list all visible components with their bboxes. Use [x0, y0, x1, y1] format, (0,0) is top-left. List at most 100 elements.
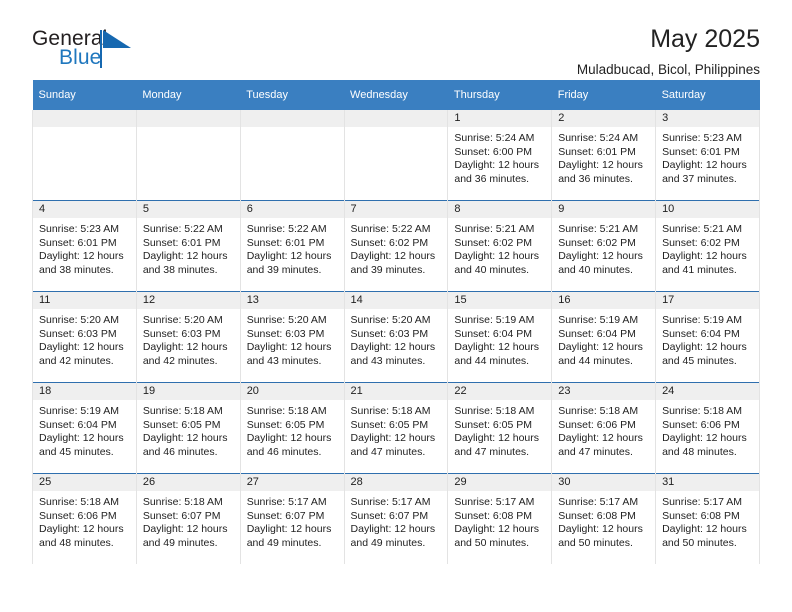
- daylight-text: Daylight: 12 hours and 49 minutes.: [350, 523, 436, 549]
- daylight-text: Daylight: 12 hours and 43 minutes.: [350, 341, 436, 367]
- sunset-text: Sunset: 6:00 PM: [454, 145, 533, 158]
- calendar-day-cell[interactable]: 5 Sunrise: 5:22 AM Sunset: 6:01 PM Daylight…: [135, 200, 241, 292]
- sunset-text: Sunset: 6:01 PM: [246, 236, 325, 249]
- sunset-text: Sunset: 6:05 PM: [454, 418, 533, 431]
- calendar-day-cell[interactable]: 6 Sunrise: 5:22 AM Sunset: 6:01 PM Daylight…: [239, 200, 345, 292]
- calendar-week-row: 11 Sunrise: 5:20 AM Sunset: 6:03 PM Dayligh…: [32, 291, 760, 383]
- calendar-day-cell[interactable]: 11 Sunrise: 5:20 AM Sunset: 6:03 PM Dayligh…: [32, 291, 137, 383]
- daylight-text: Daylight: 12 hours and 50 minutes.: [662, 523, 747, 549]
- calendar-day-cell[interactable]: 31 Sunrise: 5:17 AM Sunset: 6:08 PM Dayligh…: [655, 473, 760, 564]
- sunrise-text: Sunrise: 5:23 AM: [39, 223, 119, 235]
- daylight-text: Daylight: 12 hours and 45 minutes.: [39, 432, 124, 458]
- sunset-text: Sunset: 6:03 PM: [39, 327, 117, 340]
- calendar-day-cell[interactable]: 30 Sunrise: 5:17 AM Sunset: 6:08 PM Dayligh…: [551, 473, 657, 564]
- day-number: [136, 110, 240, 127]
- sunset-text: Sunset: 6:07 PM: [142, 509, 221, 522]
- calendar-day-cell[interactable]: 7 Sunrise: 5:22 AM Sunset: 6:02 PM Daylight…: [343, 200, 449, 292]
- calendar-day-cell[interactable]: 14 Sunrise: 5:20 AM Sunset: 6:03 PM Dayligh…: [343, 291, 449, 383]
- calendar-day-cell[interactable]: 17 Sunrise: 5:19 AM Sunset: 6:04 PM Dayligh…: [655, 291, 760, 383]
- logo-triangle-icon: [103, 30, 131, 48]
- sunrise-text: Sunrise: 5:18 AM: [142, 496, 223, 508]
- calendar-week-row: 1 Sunrise: 5:24 AM Sunset: 6:00 PM Daylight…: [32, 110, 760, 201]
- calendar-day-cell[interactable]: 28 Sunrise: 5:17 AM Sunset: 6:07 PM Dayligh…: [343, 473, 449, 564]
- day-details: Sunrise: 5:19 AM Sunset: 6:04 PM Daylight:…: [33, 400, 136, 459]
- sunset-text: Sunset: 6:08 PM: [662, 509, 740, 522]
- daylight-text: Daylight: 12 hours and 46 minutes.: [246, 432, 332, 458]
- sunrise-text: Sunrise: 5:17 AM: [662, 496, 743, 508]
- calendar-day-cell[interactable]: 22 Sunrise: 5:18 AM Sunset: 6:05 PM Dayligh…: [447, 382, 553, 474]
- calendar-day-cell[interactable]: 27 Sunrise: 5:17 AM Sunset: 6:07 PM Dayligh…: [239, 473, 345, 564]
- day-details: Sunrise: 5:19 AM Sunset: 6:04 PM Daylight:…: [448, 309, 551, 368]
- calendar-day-cell[interactable]: 10 Sunrise: 5:21 AM Sunset: 6:02 PM Dayligh…: [655, 200, 760, 292]
- title-block: May 2025 Muladbucad, Bicol, Philippines: [576, 25, 760, 77]
- calendar-day-cell-empty: [239, 110, 345, 201]
- day-details: Sunrise: 5:20 AM Sunset: 6:03 PM Daylight:…: [241, 309, 344, 368]
- calendar-day-cell[interactable]: 24 Sunrise: 5:18 AM Sunset: 6:06 PM Dayligh…: [655, 382, 760, 474]
- calendar-day-cell[interactable]: 26 Sunrise: 5:18 AM Sunset: 6:07 PM Dayligh…: [135, 473, 241, 564]
- day-details: Sunrise: 5:17 AM Sunset: 6:07 PM Daylight:…: [241, 491, 344, 550]
- day-details: Sunrise: 5:19 AM Sunset: 6:04 PM Daylight:…: [656, 309, 759, 368]
- daylight-text: Daylight: 12 hours and 48 minutes.: [39, 523, 124, 549]
- day-number: 23: [552, 383, 656, 400]
- calendar-day-cell-empty: [343, 110, 449, 201]
- weekday-header-tuesday: Tuesday: [240, 80, 345, 110]
- day-number: 29: [448, 474, 552, 491]
- sunset-text: Sunset: 6:03 PM: [142, 327, 221, 340]
- daylight-text: Daylight: 12 hours and 36 minutes.: [558, 159, 643, 185]
- daylight-text: Daylight: 12 hours and 38 minutes.: [39, 250, 124, 276]
- sunrise-text: Sunrise: 5:24 AM: [558, 132, 639, 144]
- page-header: General Blue May 2025 Muladbucad, Bicol,…: [32, 0, 760, 76]
- calendar-day-cell[interactable]: 2 Sunrise: 5:24 AM Sunset: 6:01 PM Daylight…: [551, 110, 657, 201]
- calendar-table: Sunday Monday Tuesday Wednesday Thursday Frid…: [32, 80, 760, 564]
- sunset-text: Sunset: 6:01 PM: [558, 145, 636, 158]
- day-number: 26: [136, 474, 240, 491]
- calendar-day-cell[interactable]: 19 Sunrise: 5:18 AM Sunset: 6:05 PM Dayligh…: [135, 382, 241, 474]
- daylight-text: Daylight: 12 hours and 47 minutes.: [350, 432, 436, 458]
- weekday-header-monday: Monday: [136, 80, 241, 110]
- calendar-day-cell[interactable]: 25 Sunrise: 5:18 AM Sunset: 6:06 PM Dayligh…: [32, 473, 137, 564]
- page-subtitle: Muladbucad, Bicol, Philippines: [576, 61, 760, 77]
- sunrise-text: Sunrise: 5:20 AM: [39, 314, 119, 326]
- calendar-day-cell[interactable]: 1 Sunrise: 5:24 AM Sunset: 6:00 PM Daylight…: [447, 110, 553, 201]
- calendar-day-cell[interactable]: 3 Sunrise: 5:23 AM Sunset: 6:01 PM Daylight…: [655, 110, 760, 201]
- sunset-text: Sunset: 6:02 PM: [454, 236, 533, 249]
- day-number: 20: [240, 383, 344, 400]
- sunrise-text: Sunrise: 5:18 AM: [558, 405, 639, 417]
- sunrise-text: Sunrise: 5:17 AM: [246, 496, 327, 508]
- calendar-day-cell[interactable]: 9 Sunrise: 5:21 AM Sunset: 6:02 PM Daylight…: [551, 200, 657, 292]
- calendar-day-cell[interactable]: 18 Sunrise: 5:19 AM Sunset: 6:04 PM Dayligh…: [32, 382, 137, 474]
- calendar-body: 1 Sunrise: 5:24 AM Sunset: 6:00 PM Daylight…: [32, 110, 760, 564]
- calendar-day-cell[interactable]: 21 Sunrise: 5:18 AM Sunset: 6:05 PM Dayligh…: [343, 382, 449, 474]
- sunrise-text: Sunrise: 5:19 AM: [454, 314, 535, 326]
- day-number: 25: [33, 474, 136, 491]
- day-number: 10: [656, 201, 759, 218]
- daylight-text: Daylight: 12 hours and 37 minutes.: [662, 159, 747, 185]
- day-details: Sunrise: 5:21 AM Sunset: 6:02 PM Daylight:…: [448, 218, 551, 277]
- general-blue-logo[interactable]: General Blue: [32, 26, 152, 76]
- daylight-text: Daylight: 12 hours and 46 minutes.: [142, 432, 228, 458]
- calendar-day-cell[interactable]: 29 Sunrise: 5:17 AM Sunset: 6:08 PM Dayligh…: [447, 473, 553, 564]
- day-number: 7: [344, 201, 448, 218]
- day-number: 1: [448, 110, 552, 127]
- day-number: 16: [552, 292, 656, 309]
- calendar-day-cell[interactable]: 13 Sunrise: 5:20 AM Sunset: 6:03 PM Dayligh…: [239, 291, 345, 383]
- sunset-text: Sunset: 6:07 PM: [246, 509, 325, 522]
- calendar-day-cell[interactable]: 8 Sunrise: 5:21 AM Sunset: 6:02 PM Daylight…: [447, 200, 553, 292]
- calendar-day-cell[interactable]: 20 Sunrise: 5:18 AM Sunset: 6:05 PM Dayligh…: [239, 382, 345, 474]
- calendar-day-cell[interactable]: 23 Sunrise: 5:18 AM Sunset: 6:06 PM Dayligh…: [551, 382, 657, 474]
- calendar-page: General Blue May 2025 Muladbucad, Bicol,…: [0, 0, 792, 612]
- day-number: 6: [240, 201, 344, 218]
- day-details: Sunrise: 5:18 AM Sunset: 6:05 PM Daylight:…: [241, 400, 344, 459]
- weekday-header-friday: Friday: [551, 80, 656, 110]
- page-title: May 2025: [650, 25, 760, 53]
- calendar-day-cell[interactable]: 12 Sunrise: 5:20 AM Sunset: 6:03 PM Dayligh…: [135, 291, 241, 383]
- day-details: Sunrise: 5:22 AM Sunset: 6:02 PM Daylight:…: [345, 218, 448, 277]
- calendar-day-cell[interactable]: 4 Sunrise: 5:23 AM Sunset: 6:01 PM Daylight…: [32, 200, 137, 292]
- day-details: Sunrise: 5:17 AM Sunset: 6:08 PM Daylight:…: [656, 491, 759, 550]
- daylight-text: Daylight: 12 hours and 48 minutes.: [662, 432, 747, 458]
- calendar-day-cell[interactable]: 15 Sunrise: 5:19 AM Sunset: 6:04 PM Dayligh…: [447, 291, 553, 383]
- calendar-day-cell-empty: [135, 110, 241, 201]
- calendar-day-cell[interactable]: 16 Sunrise: 5:19 AM Sunset: 6:04 PM Dayligh…: [551, 291, 657, 383]
- day-number: [33, 110, 136, 127]
- sunset-text: Sunset: 6:04 PM: [454, 327, 533, 340]
